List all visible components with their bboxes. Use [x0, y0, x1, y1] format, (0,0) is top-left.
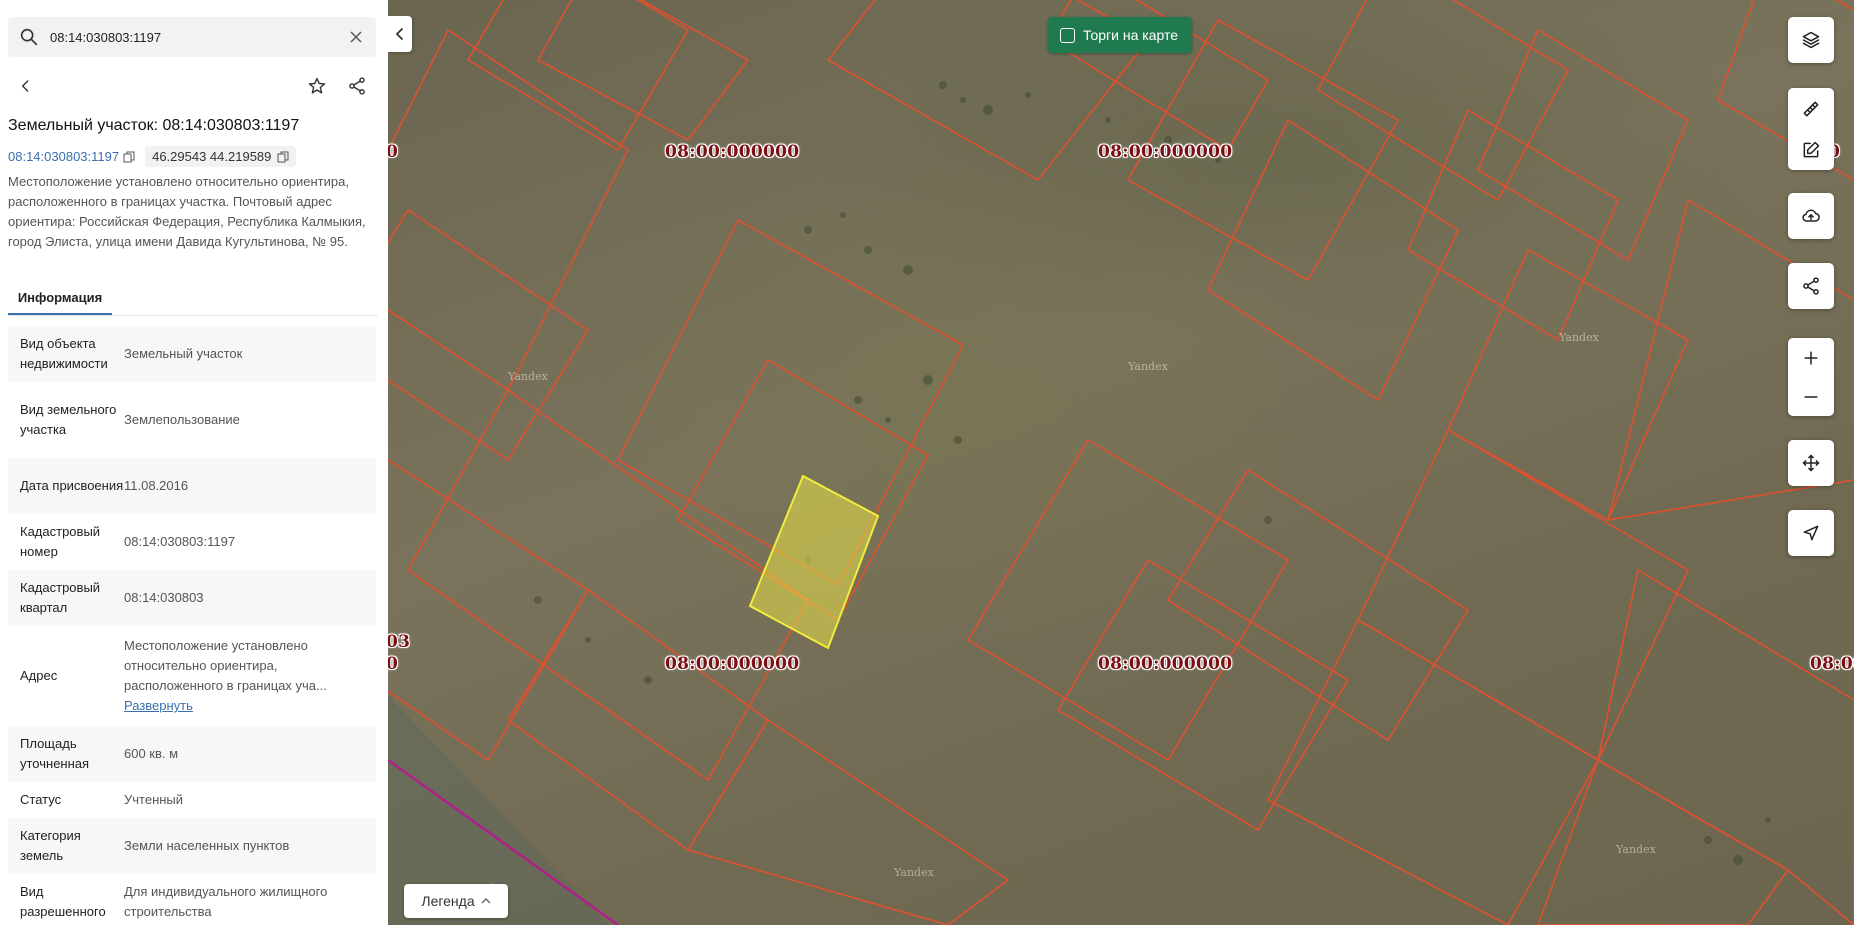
table-row: Вид разрешенного Для индивидуального жил…: [8, 874, 376, 925]
locate-button[interactable]: [1788, 510, 1834, 556]
map-view[interactable]: 08:00:000000 08:00:000000 0 08:00:000000…: [388, 0, 1854, 925]
row-key: Вид разрешенного: [20, 884, 106, 919]
cad-quarter-label: 0: [388, 654, 399, 674]
map-imagery-layer: [388, 0, 1854, 925]
parcel-description: Местоположение установлено относительно …: [8, 174, 366, 249]
row-value: Для индивидуального жилищного строительс…: [124, 884, 328, 919]
table-row: Площадь уточненная 600 кв. м: [8, 726, 376, 782]
row-value: 08:14:030803: [124, 590, 204, 605]
yandex-watermark: Yandex: [1128, 360, 1168, 373]
cadastral-number-text: 08:14:030803:1197: [8, 149, 120, 164]
row-value: Землепользование: [124, 412, 240, 427]
legend-button[interactable]: Легенда: [404, 884, 508, 918]
auction-toggle-label: Торги на карте: [1083, 27, 1178, 43]
row-key: Площадь уточненная: [20, 736, 90, 771]
expand-address-link[interactable]: Развернуть: [124, 696, 366, 716]
cad-quarter-label: 03: [388, 632, 411, 652]
row-value: Местоположение установлено относительно …: [124, 638, 327, 693]
row-value-container: Местоположение установлено относительно …: [124, 626, 376, 726]
sidebar-panel: 08:14:030803:1197 Земельный участок: 08:…: [0, 0, 388, 925]
id-row: 08:14:030803:1197 46.29543 44.219589: [8, 146, 297, 167]
row-value: Земельный участок: [124, 346, 243, 361]
table-row: Категория земель Земли населенных пункто…: [8, 818, 376, 874]
cad-quarter-label: 08:00:000000: [1098, 654, 1233, 674]
share-map-button[interactable]: [1788, 263, 1834, 309]
locate-icon[interactable]: [1788, 515, 1834, 551]
cad-quarter-label: 08:00:000000: [1098, 142, 1233, 162]
selected-parcel[interactable]: [748, 474, 880, 650]
zoom-controls[interactable]: [1788, 338, 1834, 416]
row-value: Учтенный: [124, 792, 184, 807]
info-table: Вид объекта недвижимости Земельный участ…: [8, 326, 376, 925]
yandex-watermark: Yandex: [1616, 843, 1656, 856]
edit-icon[interactable]: [1788, 132, 1834, 168]
row-key: Адрес: [20, 668, 58, 683]
share-icon: [349, 77, 365, 95]
row-key: Дата присвоения: [20, 478, 124, 493]
yandex-watermark: Yandex: [894, 866, 934, 879]
zoom-in-icon[interactable]: [1788, 340, 1834, 376]
row-key: Вид объекта недвижимости: [20, 336, 108, 371]
row-key: Кадастровый квартал: [20, 580, 101, 615]
chevron-left-icon: [395, 28, 403, 40]
row-value: 11.08.2016: [124, 478, 189, 493]
cad-quarter-label: 08:00:000000: [665, 654, 800, 674]
row-value: 08:14:030803:1197: [124, 534, 236, 549]
layers-icon[interactable]: [1788, 22, 1834, 58]
coordinates-chip[interactable]: 46.29543 44.219589: [145, 146, 297, 167]
copy-icon[interactable]: [277, 151, 289, 163]
table-row: Кадастровый номер 08:14:030803:1197: [8, 514, 376, 570]
nav-row: [8, 68, 378, 104]
pan-button[interactable]: [1788, 440, 1834, 486]
search-bar[interactable]: 08:14:030803:1197: [8, 17, 376, 57]
share-button[interactable]: [339, 68, 375, 104]
measure-edit-group[interactable]: [1788, 88, 1834, 170]
table-row: Дата присвоения 11.08.2016: [8, 458, 376, 514]
favorite-button[interactable]: [299, 68, 335, 104]
ruler-icon[interactable]: [1788, 91, 1834, 127]
table-row: Вид земельного участка Землепользование: [8, 382, 376, 458]
search-icon: [20, 28, 38, 46]
share-icon[interactable]: [1788, 268, 1834, 304]
cad-quarter-label: 0: [388, 142, 399, 162]
copy-icon[interactable]: [123, 151, 135, 163]
star-icon: [308, 77, 326, 94]
yandex-watermark: Yandex: [1559, 331, 1599, 344]
back-button[interactable]: [8, 68, 44, 104]
search-input[interactable]: 08:14:030803:1197: [50, 30, 348, 45]
row-key: Статус: [20, 792, 62, 807]
move-icon[interactable]: [1788, 445, 1834, 481]
row-key: Вид земельного участка: [20, 402, 117, 437]
auction-checkbox[interactable]: [1060, 27, 1075, 43]
row-value: Земли населенных пунктов: [124, 838, 290, 853]
table-row: Статус Учтенный: [8, 782, 376, 818]
yandex-watermark: Yandex: [508, 370, 548, 383]
chevron-up-icon: [481, 898, 491, 904]
legend-label: Легенда: [421, 893, 475, 909]
cadastral-number-link[interactable]: 08:14:030803:1197: [8, 149, 135, 164]
table-row: Адрес Местоположение установлено относит…: [8, 626, 376, 726]
table-row: Кадастровый квартал 08:14:030803: [8, 570, 376, 626]
layers-button[interactable]: [1788, 17, 1834, 63]
upload-cloud-icon[interactable]: [1788, 198, 1834, 234]
row-value: 600 кв. м: [124, 746, 179, 761]
cad-quarter-label: 08:00:000000: [665, 142, 800, 162]
auction-map-toggle[interactable]: Торги на карте: [1048, 17, 1192, 53]
row-key: Категория земель: [20, 828, 81, 863]
upload-button[interactable]: [1788, 193, 1834, 239]
close-icon[interactable]: [348, 29, 364, 45]
tab-information[interactable]: Информация: [8, 282, 112, 315]
chevron-left-icon: [21, 80, 29, 92]
collapse-sidebar-button[interactable]: [388, 16, 412, 52]
zoom-out-icon[interactable]: [1788, 379, 1834, 415]
table-row: Вид объекта недвижимости Земельный участ…: [8, 326, 376, 382]
page-title: Земельный участок: 08:14:030803:1197: [8, 117, 300, 134]
tabs-bar: Информация: [8, 282, 378, 316]
cad-quarter-label: 08:00:000000: [1810, 654, 1854, 674]
coordinates-text: 46.29543 44.219589: [152, 149, 272, 164]
row-key: Кадастровый номер: [20, 524, 101, 559]
